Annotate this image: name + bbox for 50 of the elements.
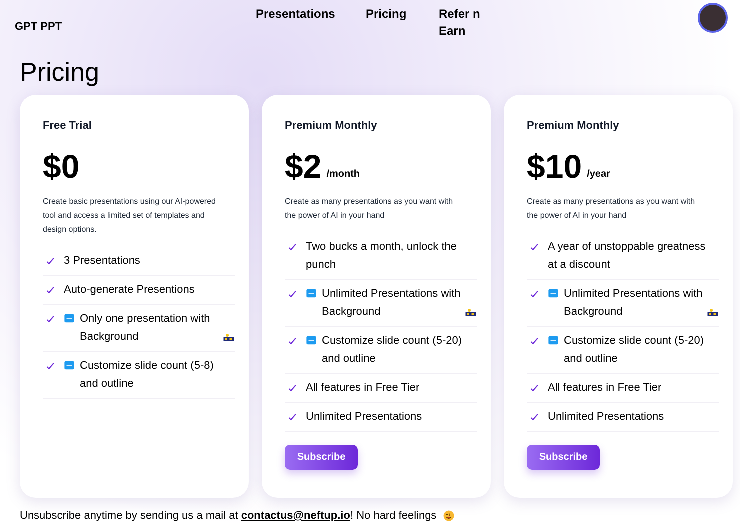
feature-text: 3 Presentations (64, 254, 142, 268)
avatar[interactable] (698, 3, 728, 33)
plan-description: Create basic presentations using our AI-powered tool and access a limited set of templates and design options. (43, 196, 217, 236)
check-icon (287, 336, 298, 346)
check-icon (287, 412, 298, 422)
check-icon (287, 288, 298, 300)
feature-text: Unlimited Presentations with Background (564, 286, 704, 320)
feature-text: Unlimited Presentations with Background (322, 286, 462, 320)
check-icon (45, 284, 56, 296)
check-icon (529, 336, 540, 346)
check-icon (529, 288, 540, 300)
feature-text: All features in Free Tier (306, 380, 421, 396)
plan-price: $10 (527, 148, 582, 184)
email-link[interactable]: contactus@neftup.io (241, 510, 350, 522)
check-icon (287, 382, 298, 394)
winking-face-icon (442, 510, 455, 522)
feature-text: Customize slide count (5-20) and outline (322, 334, 464, 366)
plan-description: Create as many presentations as you want with the power of AI in your hand (285, 196, 454, 222)
feature-text: Auto-generate Presentions (64, 282, 196, 298)
check-icon (529, 412, 540, 422)
feature-text: Only one presentation with Background (80, 312, 212, 344)
plan-price: $2 (285, 148, 322, 184)
footer-text: Unsubscribe anytime by sending us a mail at contactus@neftup.io! No hard feelings (20, 509, 437, 524)
plan-name: Free Trial (43, 119, 93, 134)
check-icon (45, 314, 56, 324)
plan-price: $0 (43, 148, 80, 184)
plan-description: Create as many presentations as you want with the power of AI in your hand (527, 196, 696, 222)
nav-link[interactable]: Presentations (256, 6, 366, 23)
feature-text: All features in Free Tier (548, 380, 663, 396)
check-icon (45, 256, 56, 266)
price-period: /year (587, 168, 610, 182)
price-period: /month (326, 168, 360, 182)
check-icon (529, 242, 540, 252)
feature-text: Unlimited Presentations (306, 410, 424, 424)
page-heading: Pricing (19, 57, 100, 87)
subscribe-button[interactable]: Subscribe (285, 444, 358, 470)
check-icon (45, 360, 56, 372)
feature-text: Customize slide count (5-8) and outline (80, 358, 215, 392)
plan-name: Premium Monthly (285, 119, 378, 134)
feature-text: A year of unstoppable greatness at a discount (548, 240, 707, 272)
plan-name: Premium Monthly (527, 119, 620, 134)
feature-text: Unlimited Presentations (548, 410, 666, 424)
nav-link[interactable]: Pricing (366, 6, 439, 23)
nav-link[interactable]: Refer n Earn (439, 6, 489, 40)
feature-text: Customize slide count (5-20) and outline (564, 334, 706, 366)
subscribe-button[interactable]: Subscribe (527, 444, 600, 470)
feature-text: Two bucks a month, unlock the punch (306, 240, 458, 272)
brand-logo[interactable]: GPT PPT (15, 19, 256, 36)
check-icon (287, 242, 298, 252)
check-icon (529, 382, 540, 394)
